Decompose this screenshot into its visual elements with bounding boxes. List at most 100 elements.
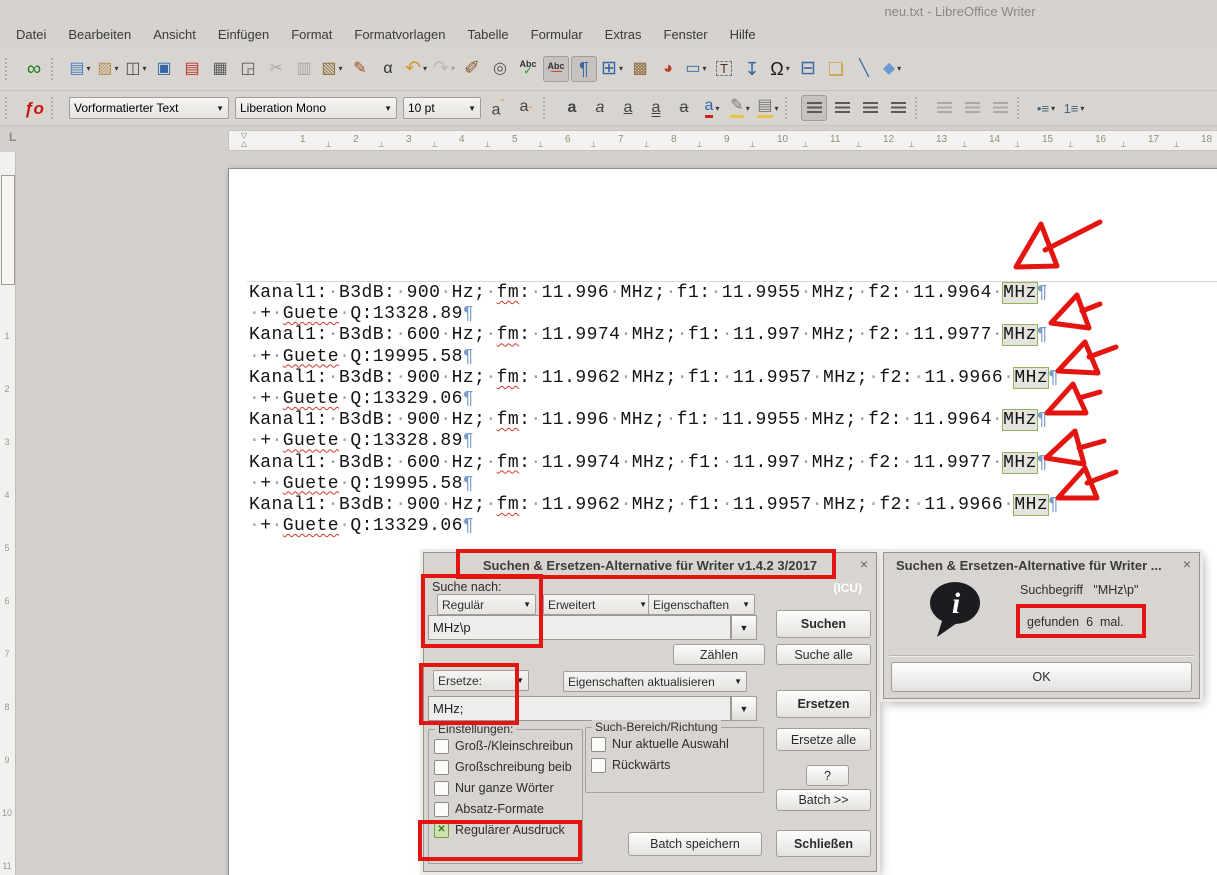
replace-history-dropdown[interactable]: ▼ xyxy=(731,696,757,721)
document-line[interactable]: ·+·Guete·Q:13329.06¶ xyxy=(249,389,1059,410)
insert-table-icon-dropdown[interactable]: ▾ xyxy=(619,64,623,73)
chevron-down-icon[interactable]: ▼ xyxy=(464,104,476,113)
open-icon[interactable]: ▨▾ xyxy=(95,56,121,82)
insert-pagebreak-icon[interactable]: ↧ xyxy=(739,56,765,82)
clear-formatting-icon[interactable]: α xyxy=(375,56,401,82)
checkbox-nur-ganze-wörter[interactable]: Nur ganze Wörter xyxy=(434,780,577,796)
chevron-down-icon[interactable]: ▼ xyxy=(380,104,392,113)
paragraph-style-combo[interactable]: Vorformatierter Text▼ xyxy=(69,97,229,119)
document-line[interactable]: ·+·Guete·Q:13329.06¶ xyxy=(249,516,1059,537)
align-right-icon[interactable] xyxy=(857,95,883,121)
insert-chart-icon[interactable]: ◕ xyxy=(655,56,681,82)
search-history-dropdown[interactable]: ▼ xyxy=(731,615,757,640)
special-character-icon-dropdown[interactable]: ▾ xyxy=(786,64,790,73)
find-replace-icon[interactable]: ✐ xyxy=(459,56,485,82)
menu-hilfe[interactable]: Hilfe xyxy=(719,25,767,44)
basic-shapes-icon-dropdown[interactable]: ▾ xyxy=(897,64,901,73)
checkbox-box[interactable] xyxy=(434,802,449,817)
export-pdf-icon[interactable]: ▤ xyxy=(179,56,205,82)
open-icon-dropdown[interactable]: ▾ xyxy=(115,64,119,73)
checkbox-nur-aktuelle-auswahl[interactable]: Nur aktuelle Auswahl xyxy=(591,736,758,752)
menu-bearbeiten[interactable]: Bearbeiten xyxy=(57,25,142,44)
update-properties-dropdown[interactable]: Eigenschaften aktualisieren▼ xyxy=(563,671,747,692)
auto-spellcheck-icon[interactable]: Abc xyxy=(543,56,569,82)
checkbox-box[interactable]: ✕ xyxy=(434,823,449,838)
navigator-icon[interactable]: ◎ xyxy=(487,56,513,82)
bullet-list-icon[interactable]: •≡▾ xyxy=(1033,95,1059,121)
numbered-list-icon[interactable]: 1≡▾ xyxy=(1061,95,1087,121)
checkbox-groß-kleinschreibun[interactable]: Groß-/Kleinschreibun xyxy=(434,738,577,754)
menu-fenster[interactable]: Fenster xyxy=(653,25,719,44)
paste-icon-dropdown[interactable]: ▾ xyxy=(339,64,343,73)
undo-icon-dropdown[interactable]: ▾ xyxy=(423,64,427,73)
chevron-down-icon[interactable]: ▼ xyxy=(635,600,647,609)
horizontal-ruler[interactable]: ▽△ 1⊥2⊥3⊥4⊥5⊥6⊥7⊥8⊥9⊥10⊥11⊥12⊥13⊥14⊥15⊥1… xyxy=(228,130,1217,151)
menu-ansicht[interactable]: Ansicht xyxy=(142,25,207,44)
search-input[interactable] xyxy=(428,615,731,640)
checkbox-absatz-formate[interactable]: Absatz-Formate xyxy=(434,801,577,817)
vertical-ruler[interactable]: 1234567891011 xyxy=(0,152,16,875)
numbered-list-icon-dropdown[interactable]: ▾ xyxy=(1080,104,1084,113)
regular-dropdown[interactable]: Regulär▼ xyxy=(437,594,536,615)
bullet-list-icon-dropdown[interactable]: ▾ xyxy=(1051,104,1055,113)
find-toolbar-toggle-icon[interactable]: ∞ xyxy=(21,56,47,82)
save-as-icon[interactable]: ◫▾ xyxy=(123,56,149,82)
chevron-down-icon[interactable]: ▼ xyxy=(730,677,742,686)
checkbox-box[interactable] xyxy=(434,739,449,754)
bold-icon[interactable]: a xyxy=(559,95,585,121)
print-preview-icon[interactable]: ◲ xyxy=(235,56,261,82)
double-underline-icon[interactable]: a xyxy=(643,95,669,121)
new-document-icon-dropdown[interactable]: ▾ xyxy=(87,64,91,73)
document-line[interactable]: ·+·Guete·Q:19995.58¶ xyxy=(249,474,1059,495)
chevron-down-icon[interactable]: ▼ xyxy=(519,600,531,609)
align-center-icon[interactable] xyxy=(829,95,855,121)
checkbox-box[interactable] xyxy=(591,737,606,752)
menu-datei[interactable]: Datei xyxy=(5,25,57,44)
undo-icon[interactable]: ↶▾ xyxy=(403,56,429,82)
background-color-icon-dropdown[interactable]: ▾ xyxy=(775,104,779,113)
special-character-icon[interactable]: Ω▾ xyxy=(767,56,793,82)
chevron-down-icon[interactable]: ▼ xyxy=(738,600,750,609)
highlight-color-icon-dropdown[interactable]: ▾ xyxy=(746,104,750,113)
align-left-icon[interactable] xyxy=(801,95,827,121)
count-button[interactable]: Zählen xyxy=(673,644,765,665)
highlight-color-icon[interactable]: ✎▾ xyxy=(727,95,753,121)
menu-formular[interactable]: Formular xyxy=(520,25,594,44)
extended-dropdown[interactable]: Erweitert▼ xyxy=(543,594,652,615)
info-dialog[interactable]: Suchen & Ersetzen-Alternative für Writer… xyxy=(883,552,1200,699)
save-icon[interactable]: ▣ xyxy=(151,56,177,82)
insert-field-icon[interactable]: ⊟ xyxy=(795,56,821,82)
font-size-combo[interactable]: 10 pt▼ xyxy=(403,97,481,119)
menu-einfügen[interactable]: Einfügen xyxy=(207,25,280,44)
help-button[interactable]: ? xyxy=(806,765,849,786)
close-button[interactable]: Schließen xyxy=(776,830,871,857)
checkbox-box[interactable] xyxy=(434,760,449,775)
underline-icon[interactable]: a xyxy=(615,95,641,121)
document-line[interactable]: Kanal1:·B3dB:·600·Hz;·fm:·11.9974·MHz;·f… xyxy=(249,325,1059,346)
superscript-icon[interactable]: a xyxy=(485,95,511,121)
insert-textbox-icon[interactable]: T xyxy=(711,56,737,82)
insert-frame-icon[interactable]: ▭▾ xyxy=(683,56,709,82)
checkbox-box[interactable] xyxy=(591,758,606,773)
replace-button[interactable]: Ersetzen xyxy=(776,690,871,718)
document-line[interactable]: Kanal1:·B3dB:·900·Hz;·fm:·11.9962·MHz;·f… xyxy=(249,368,1059,389)
replace-dropdown[interactable]: Ersetze:▼ xyxy=(433,670,529,691)
info-dialog-titlebar[interactable]: Suchen & Ersetzen-Alternative für Writer… xyxy=(884,553,1199,577)
document-line[interactable]: Kanal1:·B3dB:·900·Hz;·fm:·11.996·MHz;·f1… xyxy=(249,283,1059,304)
indent-marker[interactable]: ▽△ xyxy=(241,132,247,148)
checkbox-rückwärts[interactable]: Rückwärts xyxy=(591,757,758,773)
properties-dropdown[interactable]: Eigenschaften▼ xyxy=(648,594,755,615)
menu-tabelle[interactable]: Tabelle xyxy=(456,25,519,44)
subscript-icon[interactable]: a xyxy=(513,95,539,121)
document-line[interactable]: Kanal1:·B3dB:·900·Hz;·fm:·11.996·MHz;·f1… xyxy=(249,410,1059,431)
document-line[interactable]: Kanal1:·B3dB:·600·Hz;·fm:·11.9974·MHz;·f… xyxy=(249,453,1059,474)
formatting-marks-icon[interactable]: ¶ xyxy=(571,56,597,82)
justify-icon[interactable] xyxy=(885,95,911,121)
save-batch-button[interactable]: Batch speichern xyxy=(628,832,762,856)
italic-icon[interactable]: a xyxy=(587,95,613,121)
checkbox-regulärer-ausdruck[interactable]: ✕Regulärer Ausdruck xyxy=(434,822,577,838)
menu-format[interactable]: Format xyxy=(280,25,343,44)
insert-table-icon[interactable]: ⊞▾ xyxy=(599,56,625,82)
ok-button[interactable]: OK xyxy=(891,662,1192,692)
menu-formatvorlagen[interactable]: Formatvorlagen xyxy=(343,25,456,44)
